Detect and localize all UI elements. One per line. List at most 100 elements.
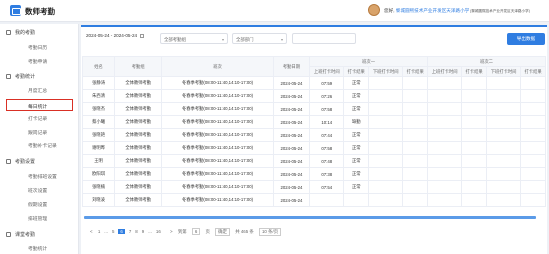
table-row: 欧阳琪 全体教师考勤 冬春季考勤(08:00-11:40,14:10-17:00) 2… — [81, 167, 546, 181]
page-number-button[interactable]: 5 — [112, 229, 114, 234]
empty-cell — [427, 193, 463, 207]
prev-page-button[interactable]: < — [90, 229, 93, 234]
empty-cell — [485, 167, 522, 181]
name-cell: 张晓艳 — [81, 128, 116, 142]
in-result-cell — [343, 193, 370, 207]
page-number-button[interactable]: 8 — [135, 229, 137, 234]
empty-cell — [402, 141, 429, 155]
empty-cell — [485, 154, 522, 168]
sidebar-item-holiday-settings[interactable]: 假期设置 — [28, 201, 47, 208]
empty-cell — [427, 180, 463, 194]
shift-cell: 冬春季考勤(08:00-11:40,14:10-17:00) — [161, 193, 274, 207]
sidebar-group-my-attendance[interactable]: 我的考勤 — [6, 29, 35, 38]
page-number-button[interactable]: 9 — [142, 229, 144, 234]
empty-cell — [427, 89, 463, 103]
date-cell: 2024-05-24 — [272, 167, 311, 181]
empty-cell — [368, 102, 404, 116]
empty-cell — [485, 141, 522, 155]
in-time-cell: 07:59 — [309, 76, 345, 90]
empty-cell — [520, 89, 546, 103]
search-input[interactable] — [292, 33, 356, 44]
empty-cell — [461, 154, 487, 168]
column-header-shift-one: 班次一 — [309, 56, 429, 67]
horizontal-scrollbar[interactable] — [84, 216, 536, 219]
sidebar-item-monthly-summary[interactable]: 月度汇总 — [28, 87, 47, 94]
sidebar-item-schedule-management[interactable]: 排班管理 — [28, 215, 47, 222]
attendance-table: 姓名 考勤组 班次 考勤日期 班次一 班次二 上班打卡时间 打卡结果 下班打卡时… — [81, 56, 546, 207]
name-cell: 欧阳琪 — [81, 167, 116, 181]
empty-cell — [485, 193, 522, 207]
empty-cell — [402, 193, 429, 207]
empty-cell — [427, 76, 463, 90]
sidebar-item-daily-stats[interactable]: 每日统计 — [6, 99, 73, 111]
empty-cell — [520, 167, 546, 181]
calendar-icon — [140, 33, 145, 38]
sidebar-item-schedule-settings[interactable]: 考勤排班设置 — [28, 173, 57, 180]
settings-icon — [6, 158, 11, 164]
attendance-group-select[interactable]: 全部考勤组 ▾ — [160, 33, 228, 44]
user-avatar[interactable] — [368, 4, 380, 16]
empty-cell — [402, 76, 429, 90]
empty-cell — [520, 154, 546, 168]
date-range-picker[interactable]: 2024-05-24 - 2024-05-24 — [86, 33, 156, 43]
page-number-button[interactable]: 7 — [129, 229, 131, 234]
school-name[interactable]: 黎城圆熙技术产业开发区天泽路小学 — [396, 8, 470, 13]
sidebar-item-attendance-calendar[interactable]: 考勤日历 — [28, 44, 47, 51]
sidebar-item-attendance-apply[interactable]: 考勤申请 — [28, 58, 47, 65]
empty-cell — [368, 167, 404, 181]
in-result-cell: 正常 — [343, 167, 370, 181]
content-top-accent — [81, 25, 547, 27]
empty-cell — [461, 128, 487, 142]
sidebar-group-class-attendance[interactable]: 课堂考勤 — [6, 231, 35, 240]
sidebar-group-attendance-settings[interactable]: 考勤设置 — [6, 158, 35, 167]
in-time-cell — [309, 193, 345, 207]
table-row: 王明 全体教师考勤 冬春季考勤(08:00-11:40,14:10-17:00) 20… — [81, 154, 546, 168]
user-greeting[interactable]: 您好, 黎城圆熙技术产业开发区天泽路小学 — [384, 8, 469, 14]
classroom-icon — [6, 231, 11, 237]
empty-cell — [402, 89, 429, 103]
shift-cell: 冬春季考勤(08:00-11:40,14:10-17:00) — [161, 89, 274, 103]
sidebar-item-shift-settings[interactable]: 班次设置 — [28, 187, 47, 194]
group-cell: 全体教师考勤 — [114, 128, 163, 142]
empty-cell — [368, 141, 404, 155]
name-cell: 蔡小曦 — [81, 115, 116, 129]
table-row: 张晓楠 全体教师考勤 冬春季考勤(08:00-11:40,14:10-17:00) 2… — [81, 180, 546, 194]
name-cell: 张晓杰 — [81, 102, 116, 116]
shift-cell: 冬春季考勤(08:00-11:40,14:10-17:00) — [161, 128, 274, 142]
group-cell: 全体教师考勤 — [114, 180, 163, 194]
table-row: 张晓杰 全体教师考勤 冬春季考勤(08:00-11:40,14:10-17:00) 2… — [81, 102, 546, 116]
page-number-button[interactable]: 16 — [156, 229, 161, 234]
shift-cell: 冬春季考勤(08:00-11:40,14:10-17:00) — [161, 141, 274, 155]
shift-cell: 冬春季考勤(08:00-11:40,14:10-17:00) — [161, 180, 274, 194]
calendar-icon — [6, 29, 11, 35]
department-select[interactable]: 全部部门 ▾ — [232, 33, 287, 44]
export-button[interactable]: 导出数据 — [507, 33, 545, 45]
page-number-button[interactable]: 1 — [98, 229, 100, 234]
sidebar-item-punch-records[interactable]: 打卡记录 — [28, 115, 47, 122]
sidebar-item-makeup-records[interactable]: 考勤补卡记录 — [28, 142, 57, 149]
sidebar-group-attendance-stats[interactable]: 考勤统计 — [6, 73, 35, 82]
goto-confirm-button[interactable]: 确定 — [215, 228, 230, 236]
group-cell: 全体教师考勤 — [114, 89, 163, 103]
date-cell: 2024-05-24 — [272, 76, 311, 90]
column-header-shift-two: 班次二 — [427, 56, 546, 67]
sidebar-item-follow-records[interactable]: 跟岗记录 — [28, 129, 47, 136]
empty-cell — [368, 115, 404, 129]
empty-cell — [368, 180, 404, 194]
sidebar: 我的考勤 考勤日历 考勤申请 考勤统计 月度汇总 每日统计 打卡记录 跟岗记录 … — [0, 24, 79, 254]
page-ellipsis: ... — [104, 229, 108, 234]
goto-page-input[interactable]: 6 — [191, 228, 201, 235]
goto-label: 到第 — [177, 229, 187, 234]
greeting-text: 您好, — [384, 8, 395, 13]
page-number-button[interactable]: 6 — [118, 229, 125, 234]
page-size-select[interactable]: 10 条/页 — [258, 228, 282, 236]
next-page-button[interactable]: > — [170, 229, 173, 234]
group-cell: 全体教师考勤 — [114, 193, 163, 207]
empty-cell — [368, 76, 404, 90]
empty-cell — [402, 115, 429, 129]
empty-cell — [461, 89, 487, 103]
sidebar-item-class-stats[interactable]: 考勤统计 — [28, 245, 47, 252]
date-cell: 2024-05-24 — [272, 89, 311, 103]
empty-cell — [368, 193, 404, 207]
name-cell: 张静涛 — [81, 76, 116, 90]
